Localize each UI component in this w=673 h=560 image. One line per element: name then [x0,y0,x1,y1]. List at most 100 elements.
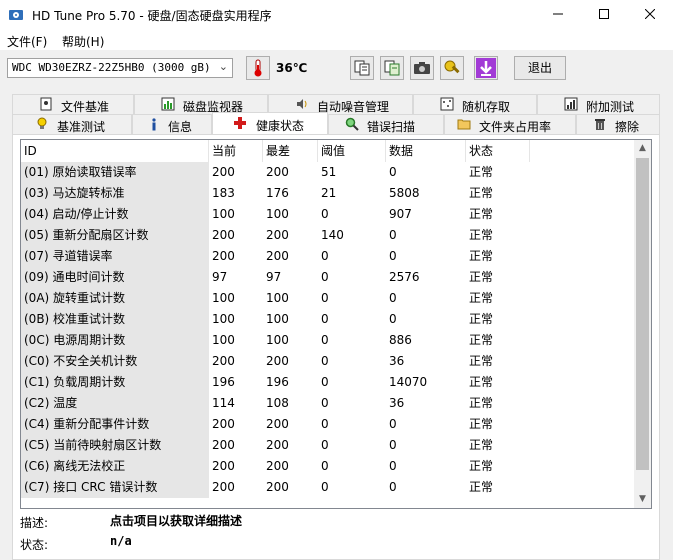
cell-status: 正常 [469,354,494,368]
cell-threshold: 0 [321,312,329,326]
cell-current: 200 [212,438,235,452]
copy-all-button[interactable] [380,56,404,80]
cell-id: (05) 重新分配扇区计数 [21,225,209,246]
cell-current: 100 [212,312,235,326]
cell-status: 正常 [469,249,494,263]
table-row[interactable]: (04) 启动/停止计数 100 100 0 907 正常 [21,204,636,225]
tab-row-1: 文件基准 磁盘监视器 自动噪音管理 随机存取 附加测试 [0,94,673,114]
scroll-up-arrow-icon[interactable]: ▲ [634,140,651,157]
cell-status: 正常 [469,207,494,221]
cell-data: 0 [389,291,397,305]
column-header-id[interactable]: ID [21,140,209,162]
tab-error-scan[interactable]: 错误扫描 [328,114,444,134]
table-row[interactable]: (C7) 接口 CRC 错误计数 200 200 0 0 正常 [21,477,636,498]
drive-select[interactable]: WDC WD30EZRZ-22Z5HB0 (3000 gB) ⌄ [7,58,233,78]
vertical-scrollbar[interactable]: ▲ ▼ [634,140,651,508]
cell-data: 0 [389,249,397,263]
table-row[interactable]: (0B) 校准重试计数 100 100 0 0 正常 [21,309,636,330]
window-title: HD Tune Pro 5.70 - 硬盘/固态硬盘实用程序 [32,9,272,23]
table-row[interactable]: (C2) 温度 114 108 0 36 正常 [21,393,636,414]
column-header-status[interactable]: 状态 [466,140,530,162]
cell-data: 0 [389,228,397,242]
options-button[interactable] [440,56,464,80]
scrollbar-thumb[interactable] [636,158,649,470]
copy-icon [354,60,370,76]
copy-info-button[interactable] [350,56,374,80]
cell-id: (03) 马达旋转标准 [21,183,209,204]
tab-benchmark[interactable]: 基准测试 [12,114,132,134]
cell-current: 100 [212,333,235,347]
cell-data: 0 [389,165,397,179]
cell-threshold: 0 [321,333,329,347]
cell-worst: 200 [266,165,289,179]
tab-row-2: 基准测试 信息 健康状态 错误扫描 文件夹占用率 擦除 [0,112,673,134]
cell-worst: 200 [266,438,289,452]
close-button[interactable] [627,0,673,30]
file-benchmark-icon [40,97,52,111]
tab-health[interactable]: 健康状态 [212,112,328,134]
column-header-current[interactable]: 当前 [209,140,263,162]
cell-id: (0A) 旋转重试计数 [21,288,209,309]
cell-current: 183 [212,186,235,200]
tab-random-access[interactable]: 随机存取 [413,94,537,114]
table-row[interactable]: (09) 通电时间计数 97 97 0 2576 正常 [21,267,636,288]
scroll-down-arrow-icon[interactable]: ▼ [634,491,651,508]
cell-threshold: 0 [321,354,329,368]
table-row[interactable]: (C0) 不安全关机计数 200 200 0 36 正常 [21,351,636,372]
screenshot-button[interactable] [410,56,434,80]
tab-noise-management[interactable]: 自动噪音管理 [268,94,413,114]
cell-worst: 200 [266,480,289,494]
table-row[interactable]: (0C) 电源周期计数 100 100 0 886 正常 [21,330,636,351]
cell-worst: 200 [266,354,289,368]
cell-worst: 100 [266,312,289,326]
table-row[interactable]: (C1) 负载周期计数 196 196 0 14070 正常 [21,372,636,393]
table-row[interactable]: (C4) 重新分配事件计数 200 200 0 0 正常 [21,414,636,435]
extra-tests-icon [564,97,578,111]
tab-folder-usage[interactable]: 文件夹占用率 [444,114,576,134]
table-row[interactable]: (03) 马达旋转标准 183 176 21 5808 正常 [21,183,636,204]
speaker-icon [297,99,307,109]
menu-help[interactable]: 帮助(H) [62,33,104,50]
cell-status: 正常 [469,270,494,284]
info-icon [152,118,156,131]
menu-file[interactable]: 文件(F) [7,33,47,50]
column-header-data[interactable]: 数据 [386,140,466,162]
cell-status: 正常 [469,333,494,347]
table-row[interactable]: (0A) 旋转重试计数 100 100 0 0 正常 [21,288,636,309]
close-icon [644,8,656,20]
cell-current: 200 [212,459,235,473]
table-row[interactable]: (C6) 离线无法校正 200 200 0 0 正常 [21,456,636,477]
column-header-worst[interactable]: 最差 [263,140,318,162]
cell-threshold: 0 [321,459,329,473]
tab-info[interactable]: 信息 [132,114,212,134]
table-row[interactable]: (05) 重新分配扇区计数 200 200 140 0 正常 [21,225,636,246]
disk-monitor-icon [161,97,175,111]
cell-data: 0 [389,417,397,431]
save-button[interactable] [474,56,498,80]
maximize-icon [599,9,609,19]
cell-threshold: 51 [321,165,337,179]
cell-current: 196 [212,375,235,389]
maximize-button[interactable] [581,0,627,30]
tab-disk-monitor[interactable]: 磁盘监视器 [134,94,268,114]
minimize-button[interactable] [535,0,581,30]
table-row[interactable]: (07) 寻道错误率 200 200 0 0 正常 [21,246,636,267]
tab-file-benchmark[interactable]: 文件基准 [12,94,134,114]
tab-extra-tests[interactable]: 附加测试 [537,94,660,114]
cell-threshold: 0 [321,249,329,263]
tab-erase[interactable]: 擦除 [576,114,660,134]
column-header-threshold[interactable]: 阈值 [318,140,386,162]
table-row[interactable]: (01) 原始读取错误率 200 200 51 0 正常 [21,162,636,183]
cell-threshold: 0 [321,375,329,389]
cell-threshold: 21 [321,186,337,200]
cell-current: 200 [212,354,235,368]
cell-threshold: 0 [321,417,329,431]
cell-id: (0B) 校准重试计数 [21,309,209,330]
cell-id: (C4) 重新分配事件计数 [21,414,209,435]
smart-table[interactable]: ID 当前 最差 阈值 数据 状态 (01) 原始读取错误率 200 200 51 0 正… [20,139,652,509]
exit-button[interactable]: 退出 [514,56,566,80]
drive-select-value: WDC WD30EZRZ-22Z5HB0 (3000 gB) [12,61,211,74]
table-row[interactable]: (C5) 当前待映射扇区计数 200 200 0 0 正常 [21,435,636,456]
cell-status: 正常 [469,396,494,410]
cell-id: (C1) 负载周期计数 [21,372,209,393]
